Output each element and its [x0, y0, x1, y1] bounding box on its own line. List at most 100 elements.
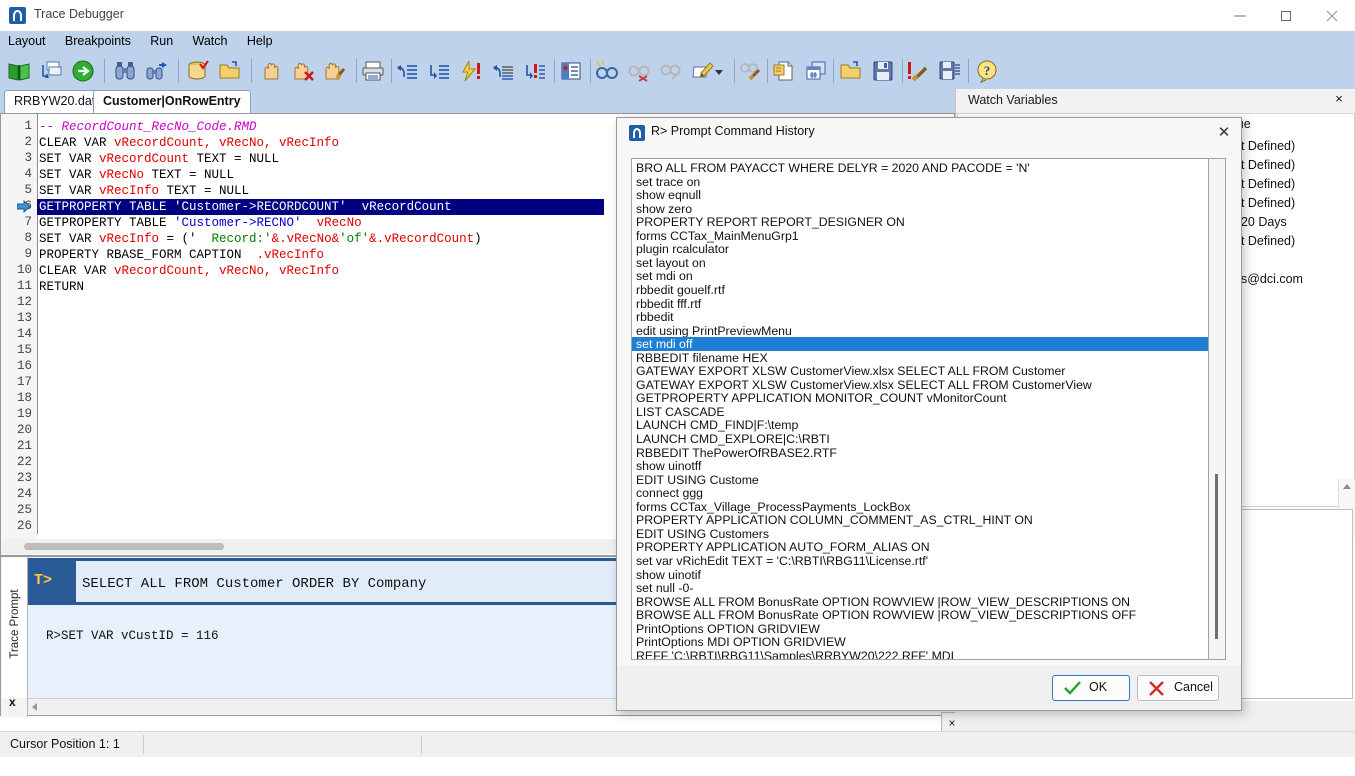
cancel-button[interactable]: Cancel: [1137, 675, 1219, 701]
list-item[interactable]: LAUNCH CMD_EXPLORE|C:\RBTI: [634, 432, 830, 446]
history-vscroll-thumb[interactable]: [1215, 474, 1218, 639]
scroll-left-arrow-icon[interactable]: [32, 703, 37, 711]
list-item[interactable]: plugin rcalculator: [634, 242, 729, 256]
step-out-icon[interactable]: [520, 56, 550, 86]
list-item[interactable]: GETPROPERTY APPLICATION MONITOR_COUNT vM…: [634, 391, 1007, 405]
editor-code-line[interactable]: SET VAR vRecInfo TEXT = NULL: [39, 183, 249, 199]
list-item[interactable]: set mdi on: [634, 269, 693, 283]
step-return-icon[interactable]: [488, 56, 518, 86]
run-arrow-icon[interactable]: [68, 56, 98, 86]
command-history-list[interactable]: BRO ALL FROM PAYACCT WHERE DELYR = 2020 …: [631, 158, 1209, 660]
list-item[interactable]: rbbedit fff.rtf: [634, 297, 701, 311]
editor-code-line[interactable]: GETPROPERTY TABLE 'Customer->RECORDCOUNT…: [37, 199, 604, 215]
list-item[interactable]: EDIT USING Customers: [634, 527, 769, 541]
tab-customer-onrowentry[interactable]: Customer|OnRowEntry: [93, 90, 251, 113]
list-item[interactable]: PrintOptions MDI OPTION GRIDVIEW: [634, 635, 846, 649]
list-item[interactable]: RBBEDIT filename HEX: [634, 351, 768, 365]
editor-hscroll-thumb[interactable]: [24, 543, 224, 550]
editor-code-line[interactable]: SET VAR vRecInfo = (' Record:'&.vRecNo&'…: [39, 231, 482, 247]
editor-code-line[interactable]: PROPERTY RBASE_FORM CAPTION .vRecInfo: [39, 247, 324, 263]
list-item[interactable]: set mdi off: [632, 337, 1208, 352]
trace-panel-close-button[interactable]: x: [9, 695, 16, 709]
hand-pause-icon[interactable]: [256, 56, 286, 86]
scroll-up-arrow-icon[interactable]: [1339, 479, 1355, 495]
help-question-icon[interactable]: ?: [972, 56, 1002, 86]
list-item[interactable]: set trace on: [634, 175, 700, 189]
tab-rrbyw20-dat[interactable]: RRBYW20.dat: [4, 90, 106, 113]
step-into-icon[interactable]: [392, 56, 422, 86]
list-item[interactable]: PROPERTY APPLICATION COLUMN_COMMENT_AS_C…: [634, 513, 1033, 527]
new-file-icon[interactable]: [769, 56, 799, 86]
save-all-icon[interactable]: [935, 56, 965, 86]
watch-variables-close-button[interactable]: ×: [1330, 91, 1348, 109]
list-item[interactable]: show zero: [634, 202, 692, 216]
run-to-lightning-icon[interactable]: [456, 56, 486, 86]
code-token: ): [474, 232, 482, 246]
list-item[interactable]: connect ggg: [634, 486, 703, 500]
dialog-close-button[interactable]: ✕: [1211, 120, 1237, 146]
hand-stop-icon[interactable]: [288, 56, 318, 86]
list-item[interactable]: set var vRichEdit TEXT = 'C:\RBTI\RBG11\…: [634, 554, 928, 568]
list-item[interactable]: PROPERTY REPORT REPORT_DESIGNER ON: [634, 215, 905, 229]
list-item[interactable]: PROPERTY APPLICATION AUTO_FORM_ALIAS ON: [634, 540, 930, 554]
database-check-icon[interactable]: [183, 56, 213, 86]
editor-code-line[interactable]: SET VAR vRecNo TEXT = NULL: [39, 167, 234, 183]
find-binoculars-icon[interactable]: [110, 56, 140, 86]
save-disk-icon[interactable]: [868, 56, 898, 86]
list-item[interactable]: forms CCTax_Village_ProcessPayments_Lock…: [634, 500, 911, 514]
list-item[interactable]: rbbedit: [634, 310, 674, 324]
hand-brush-icon[interactable]: [320, 56, 350, 86]
editor-code-line[interactable]: RETURN: [39, 279, 84, 295]
print-icon[interactable]: [358, 56, 388, 86]
list-item[interactable]: set null -0-: [634, 581, 693, 595]
watch-glasses-icon[interactable]: [592, 56, 622, 86]
menu-item-watch[interactable]: Watch: [185, 31, 236, 48]
list-item[interactable]: GATEWAY EXPORT XLSW CustomerView.xlsx SE…: [634, 364, 1065, 378]
maximize-button[interactable]: [1263, 0, 1309, 31]
edit-watch-icon[interactable]: [656, 56, 686, 86]
find-next-binoculars-icon[interactable]: [142, 56, 172, 86]
window-copy-icon[interactable]: [801, 56, 831, 86]
list-item[interactable]: edit using PrintPreviewMenu: [634, 324, 792, 338]
menu-item-help[interactable]: Help: [239, 31, 281, 48]
copy-stack-icon[interactable]: [36, 56, 66, 86]
list-item[interactable]: RBBEDIT ThePowerOfRBASE2.RTF: [634, 446, 837, 460]
editor-code-line[interactable]: -- RecordCount_RecNo_Code.RMD: [39, 119, 257, 135]
list-item[interactable]: LAUNCH CMD_FIND|F:\temp: [634, 418, 798, 432]
editor-code-line[interactable]: SET VAR vRecordCount TEXT = NULL: [39, 151, 279, 167]
list-item[interactable]: show uinotff: [634, 459, 701, 473]
editor-code-line[interactable]: CLEAR VAR vRecordCount, vRecNo, vRecInfo: [39, 263, 339, 279]
list-item[interactable]: PrintOptions OPTION GRIDVIEW: [634, 622, 820, 636]
list-item[interactable]: show eqnull: [634, 188, 701, 202]
clear-watch-icon[interactable]: [736, 56, 766, 86]
open-folder-icon[interactable]: [215, 56, 245, 86]
list-item[interactable]: LIST CASCADE: [634, 405, 725, 419]
list-item[interactable]: BRO ALL FROM PAYACCT WHERE DELYR = 2020 …: [634, 161, 1030, 175]
open-book-icon[interactable]: [4, 56, 34, 86]
list-item[interactable]: EDIT USING Custome: [634, 473, 759, 487]
list-item[interactable]: set layout on: [634, 256, 706, 270]
list-item[interactable]: REFF 'C:\RBTI\RBG11\Samples\RRBYW20\222.…: [634, 649, 954, 659]
ok-button[interactable]: OK: [1052, 675, 1130, 701]
list-item[interactable]: BROWSE ALL FROM BonusRate OPTION ROWVIEW…: [634, 595, 1130, 609]
list-item[interactable]: GATEWAY EXPORT XLSW CustomerView.xlsx SE…: [634, 378, 1092, 392]
minimize-button[interactable]: [1217, 0, 1263, 31]
list-item[interactable]: forms CCTax_MainMenuGrp1: [634, 229, 799, 243]
menu-item-run[interactable]: Run: [142, 31, 181, 48]
dropdown-caret-icon[interactable]: [712, 56, 726, 86]
trace-prompt-tab[interactable]: Trace Prompt: [2, 558, 27, 698]
menu-item-layout[interactable]: Layout: [0, 31, 54, 48]
editor-code-line[interactable]: CLEAR VAR vRecordCount, vRecNo, vRecInfo: [39, 135, 339, 151]
clear-all-icon[interactable]: [903, 56, 933, 86]
close-button[interactable]: [1309, 0, 1355, 31]
list-item[interactable]: show uinotif: [634, 568, 701, 582]
remove-watch-icon[interactable]: [624, 56, 654, 86]
folder-open-icon[interactable]: [836, 56, 866, 86]
menu-item-breakpoints[interactable]: Breakpoints: [57, 31, 139, 48]
list-item[interactable]: rbbedit gouelf.rtf: [634, 283, 725, 297]
list-item[interactable]: BROWSE ALL FROM BonusRate OPTION ROWVIEW…: [634, 608, 1136, 622]
step-over-icon[interactable]: [424, 56, 454, 86]
history-vertical-scrollbar[interactable]: [1209, 158, 1226, 660]
editor-code-line[interactable]: GETPROPERTY TABLE 'Customer->RECNO' vRec…: [39, 215, 362, 231]
breakpoint-list-icon[interactable]: [556, 56, 586, 86]
